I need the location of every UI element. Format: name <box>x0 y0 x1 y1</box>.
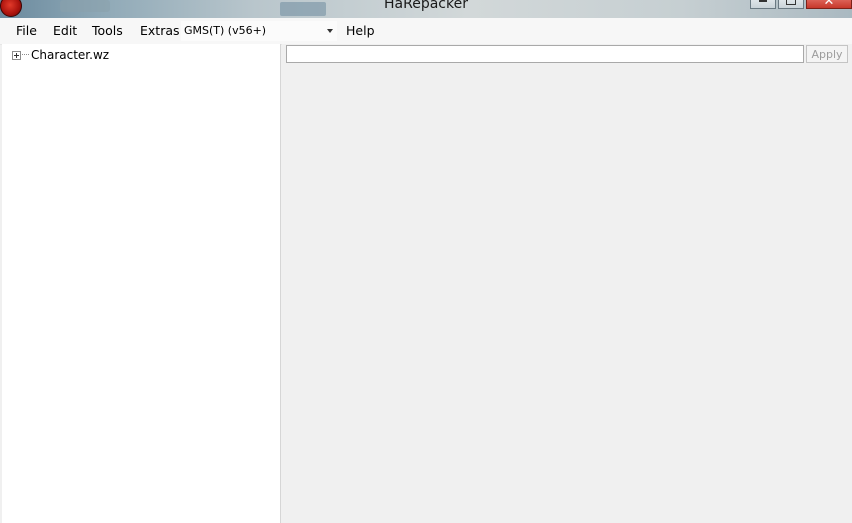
tree-node-label[interactable]: Character.wz <box>31 48 109 62</box>
apply-button[interactable]: Apply <box>806 45 848 63</box>
value-input[interactable] <box>286 45 804 63</box>
version-dropdown[interactable]: GMS(T) (v56+) <box>181 21 337 41</box>
title-bar[interactable]: HaRepacker ✕ <box>0 0 852 18</box>
close-button[interactable]: ✕ <box>806 0 852 9</box>
tree-connector <box>22 54 29 56</box>
menu-bar: File Edit Tools Extras GMS(T) (v56+) Hel… <box>0 18 852 45</box>
menu-tools[interactable]: Tools <box>92 18 123 44</box>
menu-file[interactable]: File <box>16 18 37 44</box>
app-window: HaRepacker ✕ File Edit Tools Extras GMS(… <box>0 0 852 523</box>
menu-help[interactable]: Help <box>346 18 375 44</box>
maximize-button[interactable] <box>778 0 804 9</box>
version-dropdown-value: GMS(T) (v56+) <box>184 24 267 37</box>
property-panel: Apply <box>282 44 852 523</box>
tree-node[interactable]: Character.wz <box>12 48 109 62</box>
close-icon: ✕ <box>823 0 835 9</box>
menu-extras[interactable]: Extras <box>140 18 180 44</box>
chevron-down-icon <box>327 29 333 33</box>
minimize-button[interactable] <box>750 0 776 9</box>
menu-edit[interactable]: Edit <box>53 18 77 44</box>
expand-plus-icon[interactable] <box>12 50 21 60</box>
caption-buttons: ✕ <box>748 0 852 9</box>
wz-tree-view[interactable]: Character.wz <box>2 44 281 523</box>
window-title: HaRepacker <box>384 0 468 12</box>
